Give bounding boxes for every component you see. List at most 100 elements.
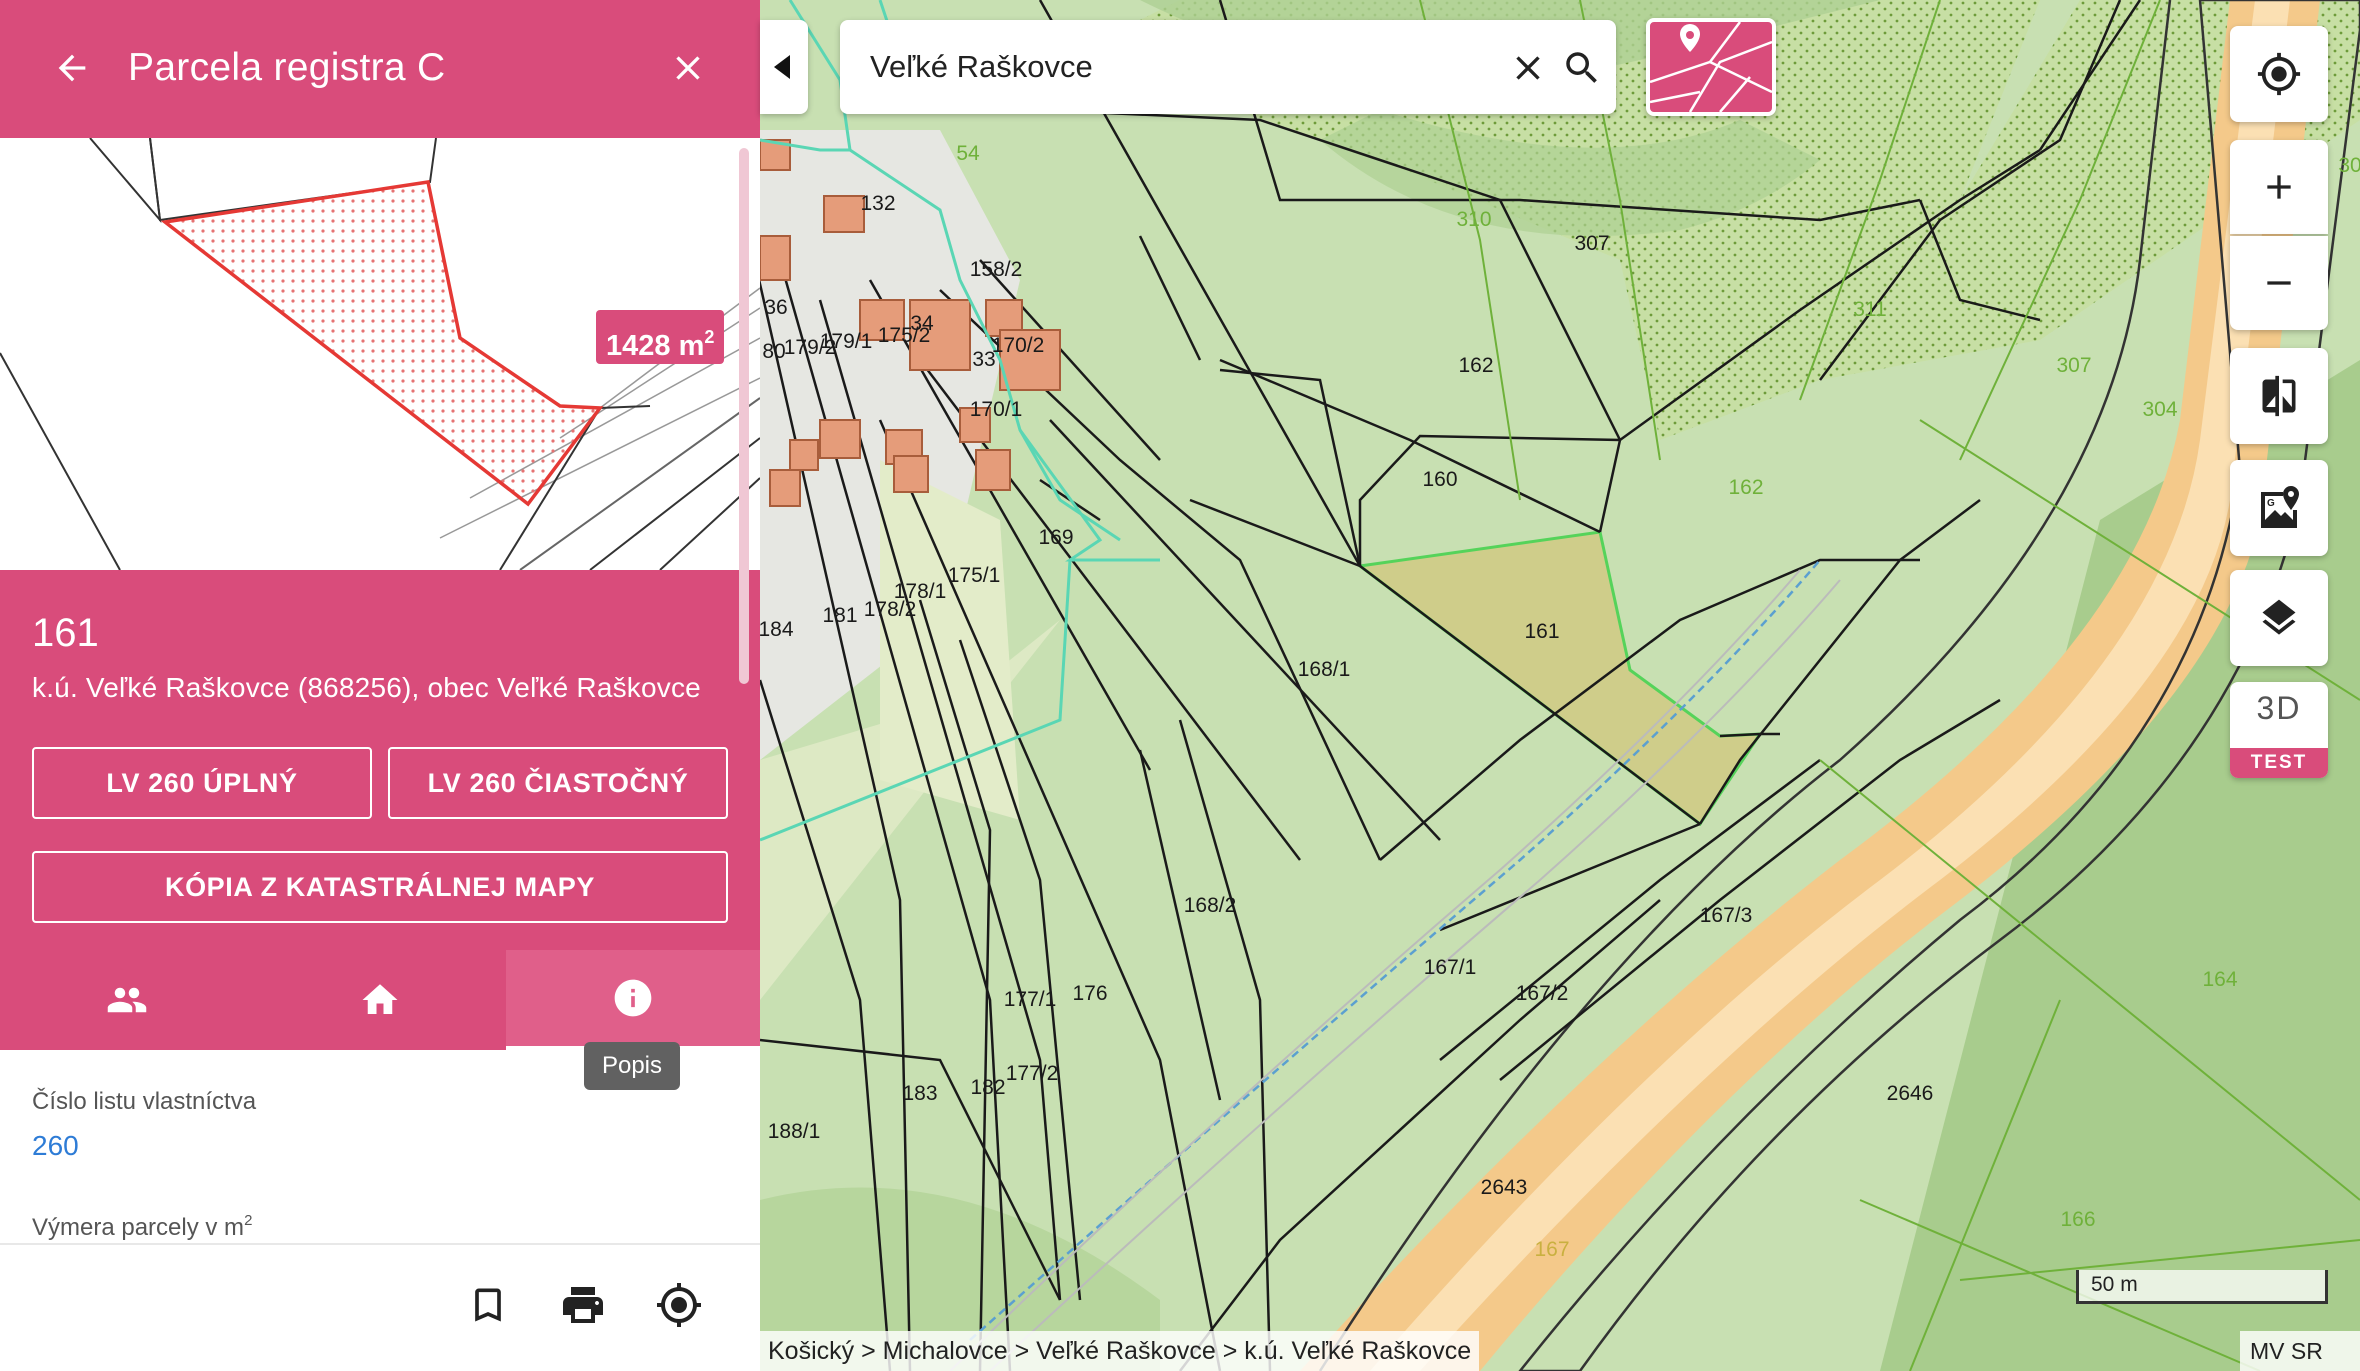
map-label: 167 xyxy=(1534,1238,1569,1261)
map-label: 307 xyxy=(1574,232,1609,255)
lv-number-link[interactable]: 260 xyxy=(32,1130,79,1162)
map-label: 161 xyxy=(1524,620,1559,643)
back-button[interactable] xyxy=(44,40,100,96)
map-canvas[interactable]: 54 132 158/2 36 179/2 179/1 175/2 34 170… xyxy=(760,0,2360,1371)
3d-view-button[interactable]: 3D TEST xyxy=(2230,682,2328,778)
home-icon xyxy=(362,984,397,1014)
svg-text:G: G xyxy=(2267,498,2275,509)
map-label: 175/1 xyxy=(948,564,1001,587)
map-label: 184 xyxy=(760,618,794,641)
map-gallery-button[interactable]: G xyxy=(2230,460,2328,556)
print-icon xyxy=(563,1287,603,1323)
parcel-info-block: 161 k.ú. Veľké Raškovce (868256), obec V… xyxy=(0,570,760,1050)
area-badge-unit: 2 xyxy=(704,327,715,347)
map-attribution: MV SR xyxy=(2240,1331,2360,1371)
lv-full-button[interactable]: LV 260 ÚPLNÝ xyxy=(32,747,372,819)
3d-label: 3D xyxy=(2256,690,2302,726)
map-label: 311 xyxy=(1853,298,1886,321)
map-label: 158/2 xyxy=(970,258,1023,281)
tab-description[interactable] xyxy=(506,950,760,1050)
parcel-number: 161 xyxy=(32,611,99,655)
cadastral-map-thumbnail-icon xyxy=(1650,22,1772,112)
layers-icon xyxy=(2262,599,2296,635)
zoom-in-button[interactable] xyxy=(2230,140,2328,234)
locate-parcel-button[interactable] xyxy=(649,1275,709,1335)
panel-title: Parcela registra C xyxy=(128,46,446,89)
layers-button[interactable] xyxy=(2230,570,2328,666)
map-label: 304 xyxy=(2142,398,2177,421)
map-label: 36 xyxy=(764,296,787,319)
map-label: 166 xyxy=(2060,1208,2095,1231)
tooltip: Popis xyxy=(584,1042,680,1090)
map-label: 34 xyxy=(910,312,934,335)
search-input[interactable] xyxy=(870,38,1410,96)
parcel-area-label: Výmera parcely v m2 xyxy=(32,1212,252,1242)
map-label: 170/1 xyxy=(970,398,1023,421)
map-pin-photo-icon: G xyxy=(2261,486,2299,528)
map-label: 177/1 xyxy=(1004,988,1057,1011)
map-label: 2646 xyxy=(1887,1082,1934,1105)
map-label: 168/2 xyxy=(1184,894,1237,917)
cadastral-map[interactable]: 54 132 158/2 36 179/2 179/1 175/2 34 170… xyxy=(760,0,2360,1371)
cadastral-map-copy-button[interactable]: KÓPIA Z KATASTRÁLNEJ MAPY xyxy=(32,851,728,923)
map-label: 160 xyxy=(1422,468,1457,491)
map-label: 182 xyxy=(970,1076,1005,1099)
area-badge-value: 1428 m xyxy=(606,330,705,362)
arrow-back-icon xyxy=(58,54,86,82)
map-label: 168/1 xyxy=(1298,658,1351,681)
people-icon xyxy=(107,987,146,1013)
triangle-left-icon xyxy=(774,55,790,79)
map-label: 167/3 xyxy=(1700,904,1753,927)
test-badge: TEST xyxy=(2230,748,2328,778)
map-label: 80 xyxy=(762,340,785,363)
map-label: 54 xyxy=(956,142,980,165)
print-button[interactable] xyxy=(553,1275,613,1335)
close-panel-button[interactable] xyxy=(660,40,716,96)
map-label: 179/1 xyxy=(820,330,873,353)
parcel-location: k.ú. Veľké Raškovce (868256), obec Veľké… xyxy=(32,672,701,703)
cadastral-map-toggle[interactable] xyxy=(1646,18,1776,116)
tab-owners[interactable] xyxy=(0,950,253,1050)
map-label: 2643 xyxy=(1481,1176,1528,1199)
map-label: 33 xyxy=(972,348,995,371)
lv-partial-button[interactable]: LV 260 ČIASTOČNÝ xyxy=(388,747,728,819)
compare-icon xyxy=(2262,375,2296,417)
panel-tab-bar xyxy=(0,950,760,1050)
map-label: 30 xyxy=(2338,154,2360,177)
map-scale-bar: 50 m xyxy=(2076,1270,2328,1304)
zoom-out-button[interactable] xyxy=(2230,236,2328,330)
map-label: 167/2 xyxy=(1516,982,1569,1005)
map-label: 162 xyxy=(1458,354,1493,377)
close-icon xyxy=(1516,56,1540,80)
tab-building[interactable] xyxy=(253,950,506,1050)
area-badge: 1428 m2 xyxy=(596,310,725,364)
bookmark-button[interactable] xyxy=(458,1275,518,1335)
map-label: 176 xyxy=(1072,982,1107,1005)
search-clear-button[interactable] xyxy=(1504,44,1552,92)
parcel-area-label-sup: 2 xyxy=(244,1212,253,1229)
map-label: 162 xyxy=(1728,476,1763,499)
panel-scrollbar[interactable] xyxy=(739,148,749,684)
map-label: 183 xyxy=(902,1082,937,1105)
map-label: 167/1 xyxy=(1424,956,1477,979)
close-icon xyxy=(676,56,700,80)
search-icon xyxy=(1566,52,1597,83)
collapse-panel-button[interactable] xyxy=(760,20,808,114)
map-label: 178/1 xyxy=(894,580,947,603)
parcel-shape-preview: 1428 m2 xyxy=(0,138,760,570)
compare-maps-button[interactable] xyxy=(2230,348,2328,444)
map-label: 188/1 xyxy=(768,1120,821,1143)
panel-header: Parcela registra C xyxy=(0,0,760,138)
crosshair-icon xyxy=(2257,52,2301,96)
my-location-button[interactable] xyxy=(2230,26,2328,122)
minus-icon xyxy=(2267,281,2291,285)
gps-target-icon xyxy=(657,1283,701,1327)
panel-bottom-bar xyxy=(0,1243,760,1371)
search-button[interactable] xyxy=(1558,44,1606,92)
location-breadcrumb: Košický > Michalovce > Veľké Raškovce > … xyxy=(760,1331,1480,1371)
map-label: 170/2 xyxy=(992,334,1045,357)
map-label: 307 xyxy=(2056,354,2091,377)
map-label: 132 xyxy=(860,192,895,215)
plus-icon xyxy=(2267,175,2291,199)
map-label: 169 xyxy=(1038,526,1073,549)
